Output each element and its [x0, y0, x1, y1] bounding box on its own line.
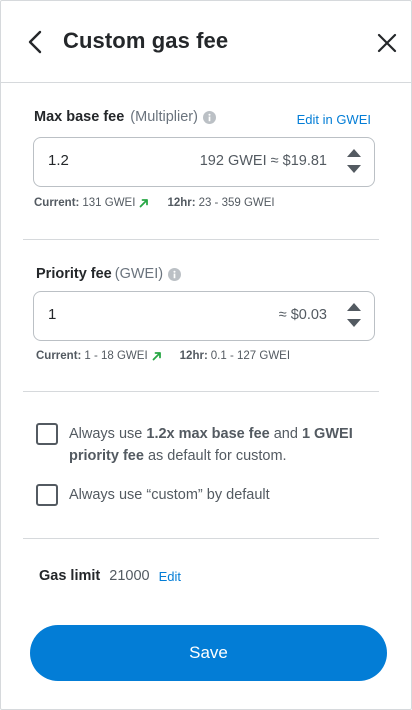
- chevron-left-icon: [28, 30, 42, 54]
- gas-limit-row: Gas limit 21000 Edit: [39, 568, 181, 584]
- priority-fee-input-box: ≈ $0.03: [33, 291, 375, 341]
- back-button[interactable]: [23, 29, 49, 55]
- priority-fee-stepper: [346, 301, 362, 331]
- priority-fee-label: Priority fee: [36, 266, 112, 282]
- max-base-fee-label: Max base fee: [34, 109, 125, 125]
- save-button[interactable]: Save: [30, 625, 387, 681]
- close-button[interactable]: [375, 31, 399, 55]
- priority-fee-input[interactable]: [48, 306, 168, 323]
- label-text: as default for custom.: [143, 448, 287, 464]
- close-icon: [377, 33, 397, 53]
- priority-fee-conversion: ≈ $0.03: [278, 307, 327, 323]
- gas-limit-value: 21000: [109, 568, 150, 584]
- priority-fee-unit: (GWEI): [114, 266, 164, 282]
- gas-limit-label: Gas limit: [39, 568, 101, 584]
- range-value: 0.1 - 127 GWEI: [210, 350, 291, 362]
- max-base-fee-conversion: 192 GWEI ≈ $19.81: [199, 153, 327, 169]
- max-base-fee-input-box: 192 GWEI ≈ $19.81: [33, 137, 375, 187]
- max-base-fee-stepper: [346, 147, 362, 177]
- info-icon[interactable]: [202, 110, 216, 124]
- divider: [23, 239, 379, 240]
- current-value: 131 GWEI: [82, 197, 136, 209]
- caret-down-icon[interactable]: [346, 163, 362, 175]
- range-value: 23 - 359 GWEI: [198, 197, 275, 209]
- header: Custom gas fee: [1, 1, 412, 83]
- priority-fee-stats: Current: 1 - 18 GWEI 12hr: 0.1 - 127 GWE…: [36, 350, 290, 362]
- trend-up-arrow-icon: [152, 352, 161, 361]
- always-custom-label: Always use “custom” by default: [69, 487, 270, 503]
- always-custom-checkbox[interactable]: [36, 484, 58, 506]
- current-label: Current:: [34, 197, 80, 209]
- edit-in-gwei-link[interactable]: Edit in GWEI: [297, 112, 371, 127]
- custom-gas-fee-panel: Custom gas fee Max base fee (Multiplier)…: [0, 0, 412, 710]
- trend-up-arrow-icon: [140, 199, 149, 208]
- max-base-fee-stats: Current: 131 GWEI 12hr: 23 - 359 GWEI: [34, 197, 275, 209]
- label-text: Always use: [69, 426, 147, 442]
- default-custom-checkbox[interactable]: [36, 423, 58, 445]
- max-base-fee-label-row: Max base fee (Multiplier): [34, 109, 216, 125]
- caret-up-icon[interactable]: [346, 147, 362, 159]
- max-base-fee-input[interactable]: [48, 152, 168, 169]
- page-title: Custom gas fee: [63, 28, 229, 53]
- gas-limit-edit-link[interactable]: Edit: [159, 569, 181, 584]
- label-bold-multiplier: 1.2x max base fee: [146, 426, 270, 442]
- caret-up-icon[interactable]: [346, 301, 362, 313]
- current-value: 1 - 18 GWEI: [84, 350, 148, 362]
- divider: [23, 391, 379, 392]
- info-icon[interactable]: [168, 267, 182, 281]
- max-base-fee-unit: (Multiplier): [130, 109, 198, 125]
- current-label: Current:: [36, 350, 82, 362]
- divider: [23, 538, 379, 539]
- range-label: 12hr:: [167, 197, 196, 209]
- default-custom-label: Always use 1.2x max base fee and 1 GWEI …: [69, 423, 379, 467]
- caret-down-icon[interactable]: [346, 317, 362, 329]
- range-label: 12hr:: [179, 350, 208, 362]
- label-text: and: [269, 426, 302, 442]
- priority-fee-label-row: Priority fee (GWEI): [36, 266, 182, 282]
